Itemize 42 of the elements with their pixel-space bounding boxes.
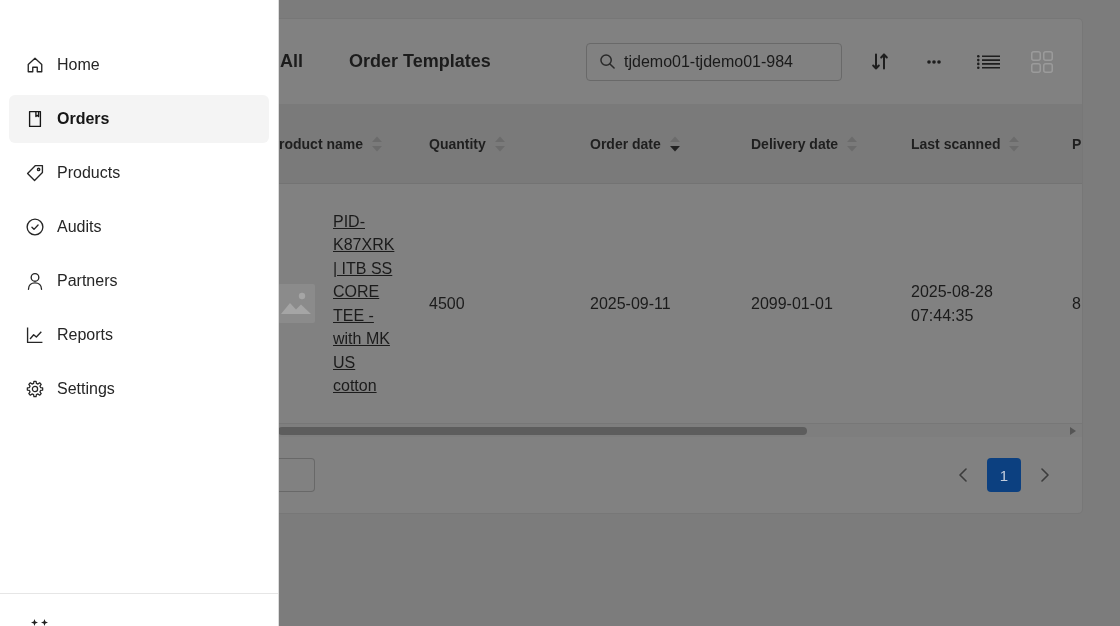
column-header: roduct name [279,135,363,152]
check-circle-icon [26,218,44,236]
sidebar-item[interactable]: Reports [9,311,269,359]
sidebar-item[interactable]: Home [9,41,269,89]
sidebar-item[interactable]: Settings [9,365,269,413]
list-icon [976,54,1000,69]
gear-icon [26,380,44,398]
sparkle-icon[interactable] [31,619,48,626]
scrollbar-thumb[interactable] [278,426,807,435]
home-icon [26,56,44,74]
person-icon [26,272,44,290]
sidebar-item[interactable]: Partners [9,257,269,305]
search-icon [600,53,615,69]
chevron-left-icon [959,468,967,482]
column-header: Last scanned [911,135,1001,152]
sidebar-item[interactable]: Audits [9,203,269,251]
table-cell-text: 4500 [429,294,465,315]
search-field[interactable]: tjdemo01-tjdemo01-984 [586,42,842,81]
select-field[interactable] [278,458,315,492]
column-header: Quantity [429,135,486,152]
table-cell-text: 2025-09-11 [590,294,671,315]
scroll-arrow-icon[interactable] [1070,426,1076,435]
chevron-right-icon [1041,468,1049,482]
table-cell-text: 8 [1072,294,1081,315]
sidebar-item[interactable]: Products [9,149,269,197]
more-icon [927,59,941,64]
column-header: Delivery date [751,135,839,152]
column-header: P [1072,135,1082,152]
sort-icon [872,53,888,70]
document-icon [26,110,44,128]
tab[interactable]: Order Templates [349,51,491,72]
product-link[interactable]: PID-K87XRK | ITB SS CORE TEE - with MK US cotton [333,209,396,398]
table-cell-text: 2025-08-28 07:44:35 [911,282,994,326]
tag-icon [26,164,44,182]
page-button[interactable]: 1 [987,458,1021,492]
column-header: Order date [590,135,661,152]
table-cell-text: 2099-01-01 [751,294,833,315]
tab[interactable]: All [280,51,303,72]
sidebar-item[interactable]: Orders [9,95,269,143]
sort-arrows-icon[interactable] [669,134,680,153]
line-chart-icon [26,326,44,344]
grid-icon [1031,50,1053,73]
